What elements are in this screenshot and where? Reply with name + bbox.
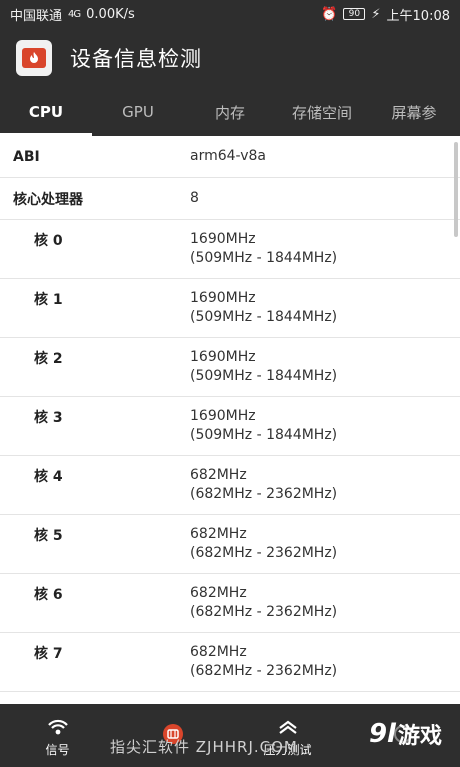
app-header: 设备信息检测	[0, 28, 460, 88]
tab-storage[interactable]: 存储空间	[276, 88, 368, 136]
core-label: 核 5	[34, 528, 63, 544]
core-value: 1690MHz (509MHz - 1844MHz)	[190, 407, 337, 455]
row-core-5: 核 5 682MHz (682MHz - 2362MHz)	[0, 515, 460, 574]
tab-gpu[interactable]: GPU	[92, 88, 184, 136]
app-logo-icon	[16, 40, 52, 76]
row-label: ABI	[13, 148, 40, 165]
network-speed: 0.00K/s	[86, 6, 135, 22]
core-label: 核 0	[34, 233, 63, 249]
row-abi: ABI arm64-v8a	[0, 136, 460, 178]
row-core-4: 核 4 682MHz (682MHz - 2362MHz)	[0, 456, 460, 515]
core-value: 1690MHz (509MHz - 1844MHz)	[190, 348, 337, 396]
signal-icon: 4G	[68, 8, 81, 20]
core-range: (509MHz - 1844MHz)	[190, 250, 338, 266]
row-core-6: 核 6 682MHz (682MHz - 2362MHz)	[0, 574, 460, 633]
core-frequency: 682MHz	[190, 526, 247, 542]
brand-number: 9l	[368, 719, 396, 749]
status-bar: 中国联通 4G 0.00K/s ⏰ 90 ⚡ 上午10:08	[0, 0, 460, 28]
row-label: 核心处理器	[13, 191, 83, 208]
row-core-3: 核 3 1690MHz (509MHz - 1844MHz)	[0, 397, 460, 456]
app-title: 设备信息检测	[70, 47, 202, 71]
row-core-1: 核 1 1690MHz (509MHz - 1844MHz)	[0, 279, 460, 338]
core-frequency: 682MHz	[190, 644, 247, 660]
core-value: 1690MHz (509MHz - 1844MHz)	[190, 230, 337, 278]
core-frequency: 1690MHz	[190, 290, 256, 306]
battery-icon: 90	[343, 8, 366, 20]
core-range: (682MHz - 2362MHz)	[190, 545, 338, 561]
charging-icon: ⚡	[371, 6, 381, 22]
core-range: (682MHz - 2362MHz)	[190, 604, 338, 620]
watermark-text: 指尖汇软件 ZJHHRJ.COM	[110, 738, 298, 756]
tab-bar: CPU GPU 内存 存储空间 屏幕参	[0, 88, 460, 136]
core-label: 核 3	[34, 410, 63, 426]
list-scrollbar[interactable]	[454, 142, 458, 237]
core-label: 核 7	[34, 646, 63, 662]
core-label: 核 2	[34, 351, 63, 367]
core-value: 682MHz (682MHz - 2362MHz)	[190, 643, 337, 691]
core-frequency: 1690MHz	[190, 408, 256, 424]
core-frequency: 682MHz	[190, 467, 247, 483]
tab-memory[interactable]: 内存	[184, 88, 276, 136]
row-core-0: 核 0 1690MHz (509MHz - 1844MHz)	[0, 220, 460, 279]
status-left: 中国联通 4G 0.00K/s	[10, 5, 135, 24]
core-value: 682MHz (682MHz - 2362MHz)	[190, 466, 337, 514]
clock: 上午10:08	[386, 8, 450, 24]
nav-signal[interactable]: 信号	[0, 704, 115, 767]
brand-text: 游戏	[397, 724, 442, 749]
core-range: (509MHz - 1844MHz)	[190, 309, 338, 325]
core-label: 核 6	[34, 587, 63, 603]
tab-screen[interactable]: 屏幕参	[368, 88, 460, 136]
core-value: 1690MHz (509MHz - 1844MHz)	[190, 289, 337, 337]
flame-icon	[30, 52, 38, 63]
brand-logo: 9l 游戏	[369, 718, 442, 750]
core-frequency: 1690MHz	[190, 231, 256, 247]
status-right: ⏰ 90 ⚡ 上午10:08	[321, 5, 450, 24]
row-core-2: 核 2 1690MHz (509MHz - 1844MHz)	[0, 338, 460, 397]
core-frequency: 1690MHz	[190, 349, 256, 365]
signal-icon	[46, 714, 70, 738]
app-logo-mark	[22, 48, 46, 68]
row-core-count: 核心处理器 8	[0, 178, 460, 220]
nav-label: 信号	[45, 742, 70, 757]
core-frequency: 682MHz	[190, 585, 247, 601]
core-label: 核 1	[34, 292, 63, 308]
carrier: 中国联通	[10, 8, 63, 24]
core-range: (509MHz - 1844MHz)	[190, 427, 338, 443]
row-core-7: 核 7 682MHz (682MHz - 2362MHz)	[0, 633, 460, 692]
row-value: arm64-v8a	[190, 148, 266, 164]
core-range: (509MHz - 1844MHz)	[190, 368, 338, 384]
core-range: (682MHz - 2362MHz)	[190, 663, 338, 679]
core-value: 682MHz (682MHz - 2362MHz)	[190, 525, 337, 573]
tab-cpu[interactable]: CPU	[0, 88, 92, 136]
core-label: 核 4	[34, 469, 63, 485]
row-value: 8	[190, 190, 199, 206]
stress-test-icon	[276, 714, 300, 738]
core-range: (682MHz - 2362MHz)	[190, 486, 338, 502]
cpu-info-list[interactable]: ABI arm64-v8a 核心处理器 8 核 0 1690MHz (509MH…	[0, 136, 460, 704]
core-value: 682MHz (682MHz - 2362MHz)	[190, 584, 337, 632]
alarm-icon: ⏰	[321, 6, 338, 22]
